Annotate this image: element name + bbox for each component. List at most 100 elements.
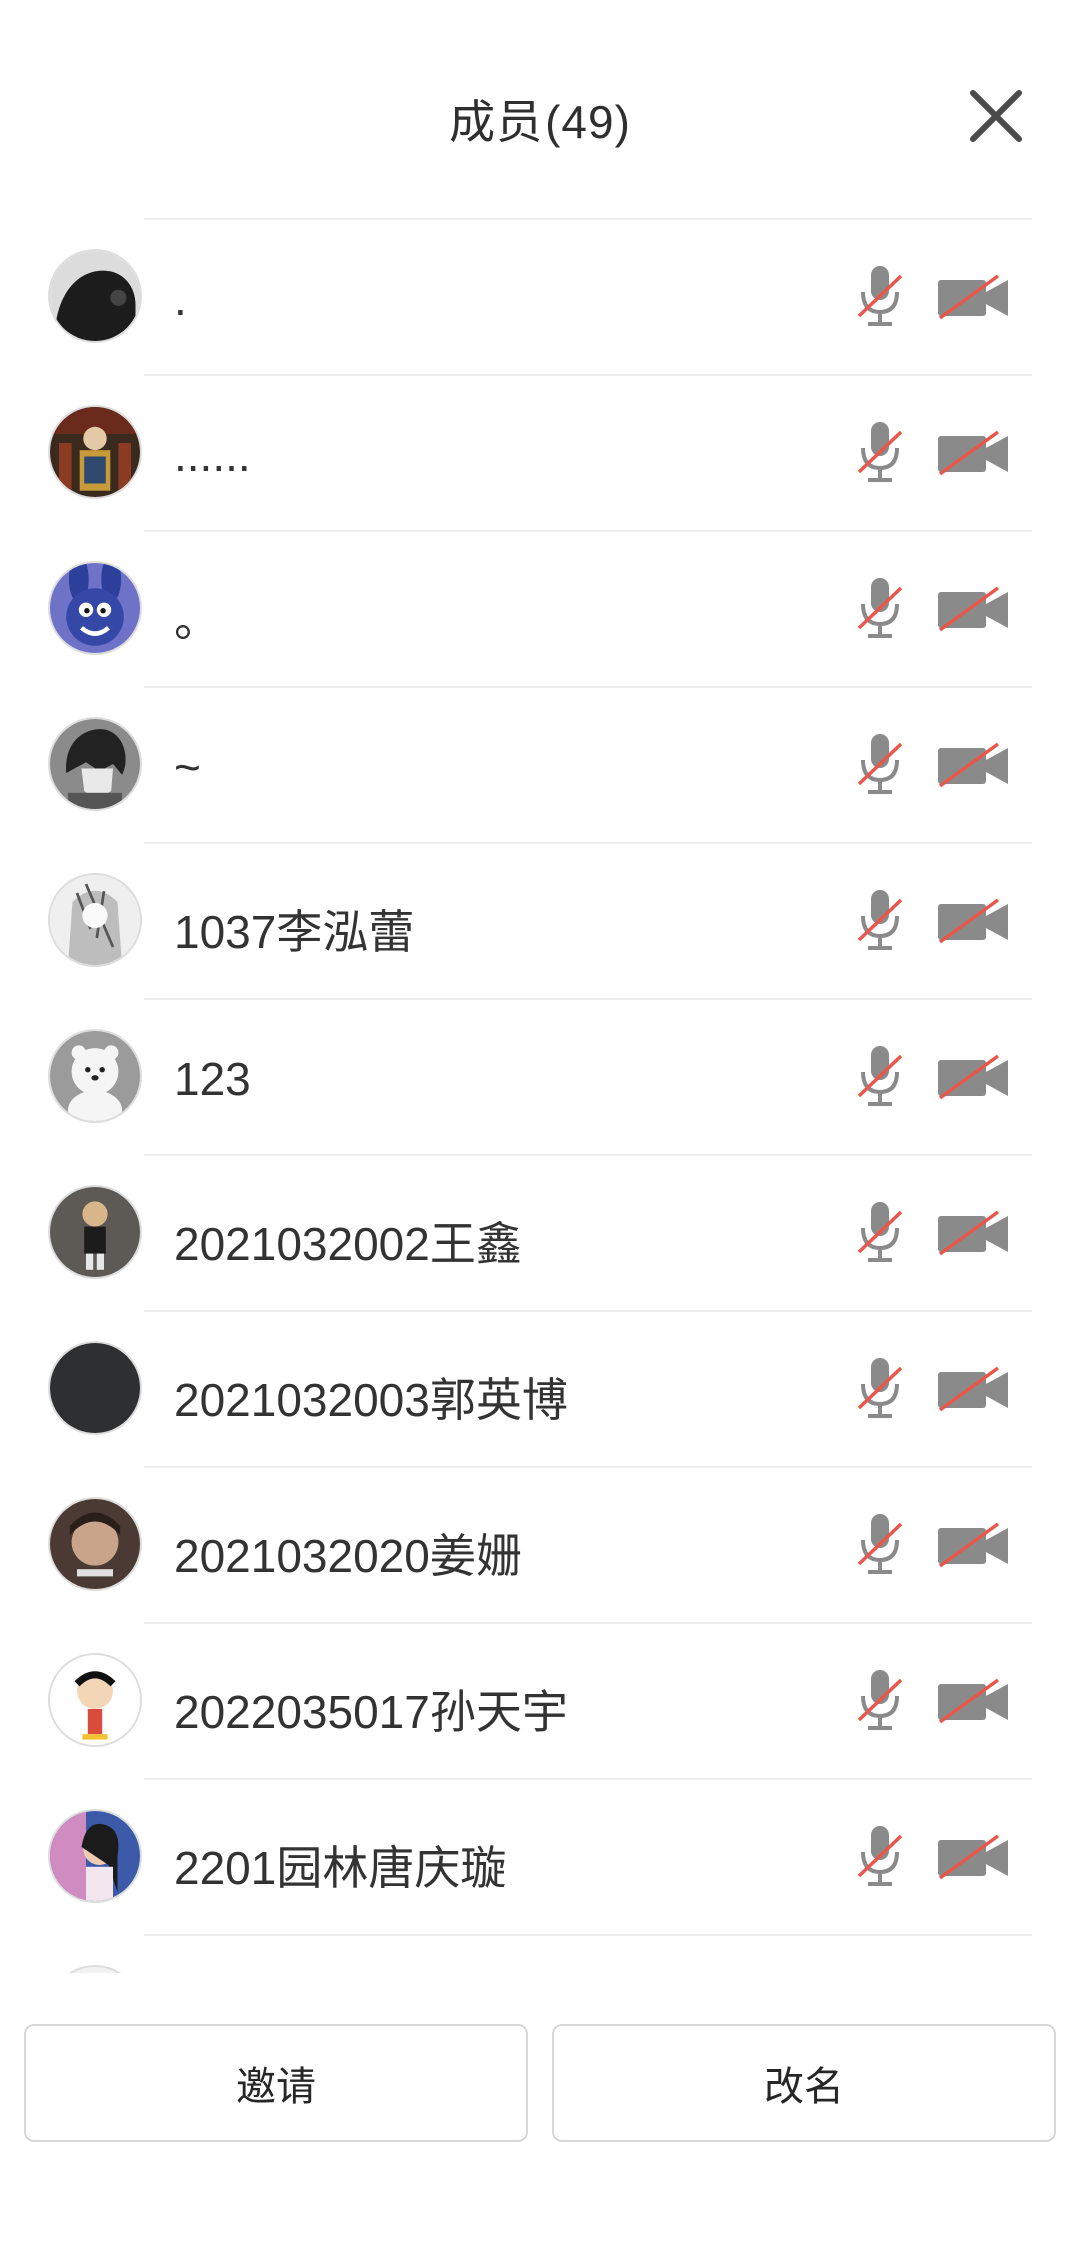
mic-muted-icon <box>857 1046 903 1106</box>
member-row[interactable]: ...... <box>0 374 1080 530</box>
rename-button[interactable]: 改名 <box>552 2024 1056 2142</box>
mic-muted-icon <box>857 578 903 638</box>
avatar[interactable] <box>48 249 142 343</box>
mic-muted-icon <box>857 422 903 482</box>
member-row[interactable]: 2021032003郭英博 <box>0 1310 1080 1466</box>
avatar[interactable] <box>48 1029 142 1123</box>
mic-muted-icon <box>857 1514 903 1574</box>
member-row[interactable]: 2022035017孙天宇 <box>0 1622 1080 1778</box>
member-name: 2201园林唐庆璇 <box>174 1842 507 1894</box>
mic-status[interactable] <box>855 1044 905 1108</box>
member-list[interactable]: ....... 。 ~1037李泓蕾 123 2021032002王鑫 202103200… <box>0 218 1080 1973</box>
page-title: 成员(49) <box>0 86 1080 152</box>
members-sheet: 成员(49) ....... 。 ~1037李泓蕾 123 2021032002王鑫 20… <box>0 0 1080 2255</box>
camera-off-icon <box>938 586 1008 632</box>
camera-off-icon <box>938 1522 1008 1568</box>
camera-off-icon <box>938 1366 1008 1412</box>
mic-status[interactable] <box>855 576 905 640</box>
member-name: 2021032020姜姗 <box>174 1530 522 1582</box>
avatar[interactable] <box>48 873 142 967</box>
mic-status[interactable] <box>855 1512 905 1576</box>
row-divider <box>144 374 1032 376</box>
avatar[interactable] <box>48 1965 142 1973</box>
invite-button[interactable]: 邀请 <box>24 2024 528 2142</box>
camera-status[interactable] <box>936 1520 1010 1570</box>
mic-muted-icon <box>857 1670 903 1730</box>
avatar[interactable] <box>48 1653 142 1747</box>
avatar[interactable] <box>48 1185 142 1279</box>
row-divider <box>144 1154 1032 1156</box>
row-divider <box>144 998 1032 1000</box>
mic-muted-icon <box>857 1826 903 1886</box>
member-count: (49) <box>545 96 631 148</box>
row-divider <box>144 842 1032 844</box>
row-divider <box>144 1934 1032 1936</box>
avatar[interactable] <box>48 717 142 811</box>
close-icon <box>970 90 1022 142</box>
member-row[interactable]: 。 <box>0 530 1080 686</box>
mic-status[interactable] <box>855 1356 905 1420</box>
mic-status[interactable] <box>855 888 905 952</box>
mic-muted-icon <box>857 890 903 950</box>
avatar[interactable] <box>48 1497 142 1591</box>
member-name: ...... <box>174 429 251 481</box>
row-divider <box>144 686 1032 688</box>
member-row[interactable]: 2021032002王鑫 <box>0 1154 1080 1310</box>
avatar[interactable] <box>48 561 142 655</box>
member-row-partial[interactable] <box>0 1934 1080 1973</box>
sheet-header: 成员(49) <box>0 0 1080 220</box>
mic-status[interactable] <box>855 1824 905 1888</box>
title-label: 成员 <box>449 96 544 148</box>
member-name: 2021032002王鑫 <box>174 1218 522 1270</box>
member-row[interactable]: . <box>0 218 1080 374</box>
mic-muted-icon <box>857 266 903 326</box>
camera-off-icon <box>938 1834 1008 1880</box>
member-row[interactable]: 2021032020姜姗 <box>0 1466 1080 1622</box>
row-divider <box>144 1622 1032 1624</box>
camera-status[interactable] <box>936 1052 1010 1102</box>
camera-off-icon <box>938 430 1008 476</box>
member-name: ~ <box>174 741 201 793</box>
camera-status[interactable] <box>936 1676 1010 1726</box>
member-row[interactable]: 2201园林唐庆璇 <box>0 1778 1080 1934</box>
member-name: . <box>174 273 187 325</box>
mic-status[interactable] <box>855 732 905 796</box>
member-name: 123 <box>174 1053 251 1105</box>
camera-status[interactable] <box>936 896 1010 946</box>
camera-status[interactable] <box>936 740 1010 790</box>
mic-status[interactable] <box>855 1668 905 1732</box>
camera-off-icon <box>938 1210 1008 1256</box>
camera-off-icon <box>938 274 1008 320</box>
member-row[interactable]: 1037李泓蕾 <box>0 842 1080 998</box>
footer-actions: 邀请 改名 <box>0 1975 1080 2255</box>
row-divider <box>144 1310 1032 1312</box>
mic-status[interactable] <box>855 264 905 328</box>
mic-muted-icon <box>857 1202 903 1262</box>
mic-status[interactable] <box>855 420 905 484</box>
camera-status[interactable] <box>936 272 1010 322</box>
mic-muted-icon <box>857 1358 903 1418</box>
member-name: 2021032003郭英博 <box>174 1374 568 1426</box>
member-name: 2022035017孙天宇 <box>174 1686 568 1738</box>
avatar[interactable] <box>48 1809 142 1903</box>
member-row[interactable]: ~ <box>0 686 1080 842</box>
camera-status[interactable] <box>936 1364 1010 1414</box>
close-button[interactable] <box>965 85 1027 147</box>
mic-muted-icon <box>857 734 903 794</box>
camera-status[interactable] <box>936 1832 1010 1882</box>
row-divider <box>144 530 1032 532</box>
camera-status[interactable] <box>936 1208 1010 1258</box>
member-name: 1037李泓蕾 <box>174 906 415 958</box>
camera-status[interactable] <box>936 428 1010 478</box>
row-divider <box>144 1466 1032 1468</box>
avatar[interactable] <box>48 1341 142 1435</box>
camera-off-icon <box>938 742 1008 788</box>
avatar[interactable] <box>48 405 142 499</box>
camera-off-icon <box>938 898 1008 944</box>
member-row[interactable]: 123 <box>0 998 1080 1154</box>
camera-status[interactable] <box>936 584 1010 634</box>
row-divider <box>144 1778 1032 1780</box>
member-name: 。 <box>174 594 220 646</box>
row-divider <box>144 218 1032 220</box>
mic-status[interactable] <box>855 1200 905 1264</box>
